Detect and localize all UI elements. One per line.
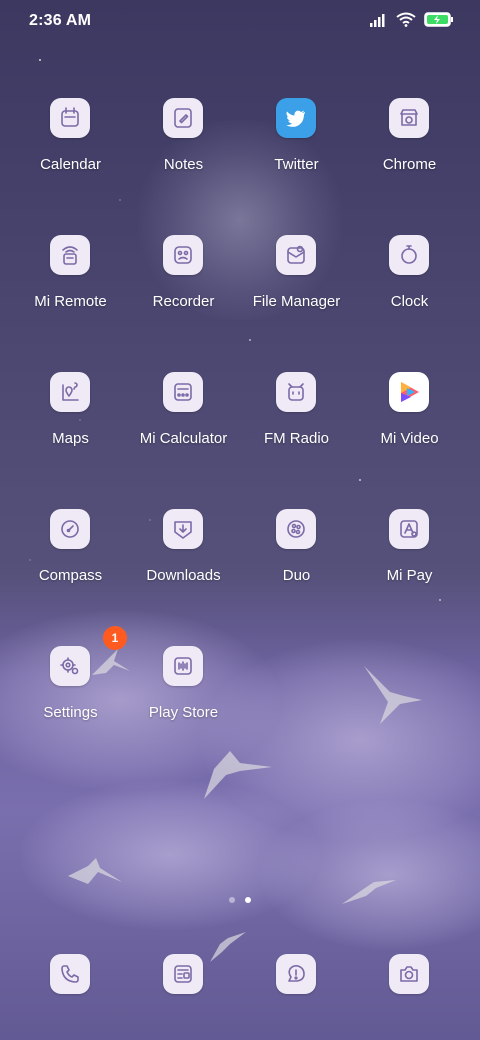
file-manager-icon [276, 235, 316, 275]
security-icon [288, 965, 305, 982]
recorder-icon [163, 235, 203, 275]
dock-security[interactable] [276, 954, 316, 994]
play-store-icon [163, 646, 203, 686]
app-label: Duo [282, 567, 311, 584]
dock-phone[interactable] [50, 954, 90, 994]
phone-icon [61, 965, 79, 983]
app-maps[interactable]: Maps [14, 372, 127, 482]
duo-icon [276, 509, 316, 549]
app-calendar[interactable]: Calendar [14, 98, 127, 208]
cloud [200, 640, 480, 840]
status-time: 2:36 AM [29, 12, 92, 29]
notification-badge: 1 [103, 626, 127, 650]
page-dot-active[interactable] [245, 897, 251, 903]
signal-icon [370, 13, 385, 27]
compass-icon [50, 509, 90, 549]
app-label: Mi Calculator [139, 430, 228, 447]
notes-icon [163, 98, 203, 138]
app-label: Mi Remote [34, 293, 107, 310]
app-label: Calendar [40, 156, 101, 173]
app-label: Chrome [382, 156, 437, 173]
bird-silhouette [210, 932, 246, 962]
app-label: Clock [390, 293, 429, 310]
wifi-icon [396, 12, 416, 27]
calendar-icon [50, 98, 90, 138]
app-label: Twitter [274, 156, 319, 173]
app-duo[interactable]: Duo [240, 509, 353, 619]
settings-icon [50, 646, 90, 686]
app-fm-radio[interactable]: FM Radio [240, 372, 353, 482]
page-dot[interactable] [229, 897, 235, 903]
page-indicator [0, 897, 480, 903]
app-label: FM Radio [263, 430, 330, 447]
app-play-store[interactable]: Play Store [127, 646, 240, 756]
messages-icon [174, 965, 192, 983]
app-twitter[interactable]: Twitter [240, 98, 353, 208]
status-icons [370, 12, 454, 27]
cloud [20, 780, 320, 930]
app-mi-remote[interactable]: Mi Remote [14, 235, 127, 345]
app-settings[interactable]: 1 Settings [14, 626, 127, 756]
app-chrome[interactable]: Chrome [353, 98, 466, 208]
chrome-icon [389, 98, 429, 138]
app-file-manager[interactable]: File Manager [240, 235, 353, 345]
home-screen: 2:36 AM Calendar Notes Twitter Chrome Mi… [0, 0, 480, 1040]
app-mi-calculator[interactable]: Mi Calculator [127, 372, 240, 482]
dock-messages[interactable] [163, 954, 203, 994]
app-mi-video[interactable]: Mi Video [353, 372, 466, 482]
bird-silhouette [364, 666, 422, 724]
cloud [260, 800, 480, 950]
app-label: File Manager [252, 293, 341, 310]
app-recorder[interactable]: Recorder [127, 235, 240, 345]
pay-icon [389, 509, 429, 549]
app-compass[interactable]: Compass [14, 509, 127, 619]
app-label: Downloads [146, 567, 221, 584]
app-downloads[interactable]: Downloads [127, 509, 240, 619]
app-notes[interactable]: Notes [127, 98, 240, 208]
twitter-icon [276, 98, 316, 138]
status-bar: 2:36 AM [0, 0, 480, 44]
video-icon [389, 372, 429, 412]
app-label: Notes [163, 156, 204, 173]
maps-icon [50, 372, 90, 412]
app-label: Compass [38, 567, 103, 584]
downloads-icon [163, 509, 203, 549]
app-mi-pay[interactable]: Mi Pay [353, 509, 466, 619]
app-clock[interactable]: Clock [353, 235, 466, 345]
camera-icon [400, 966, 418, 982]
remote-icon [50, 235, 90, 275]
bird-silhouette [68, 858, 122, 884]
radio-icon [276, 372, 316, 412]
app-label: Mi Video [380, 430, 439, 447]
calculator-icon [163, 372, 203, 412]
app-label: Mi Pay [386, 567, 433, 584]
app-label: Recorder [152, 293, 215, 310]
app-label: Settings [43, 704, 98, 721]
dock-camera[interactable] [389, 954, 429, 994]
app-label: Maps [52, 430, 89, 447]
clock-icon [389, 235, 429, 275]
app-label: Play Store [148, 704, 219, 721]
battery-charging-icon [424, 12, 453, 27]
